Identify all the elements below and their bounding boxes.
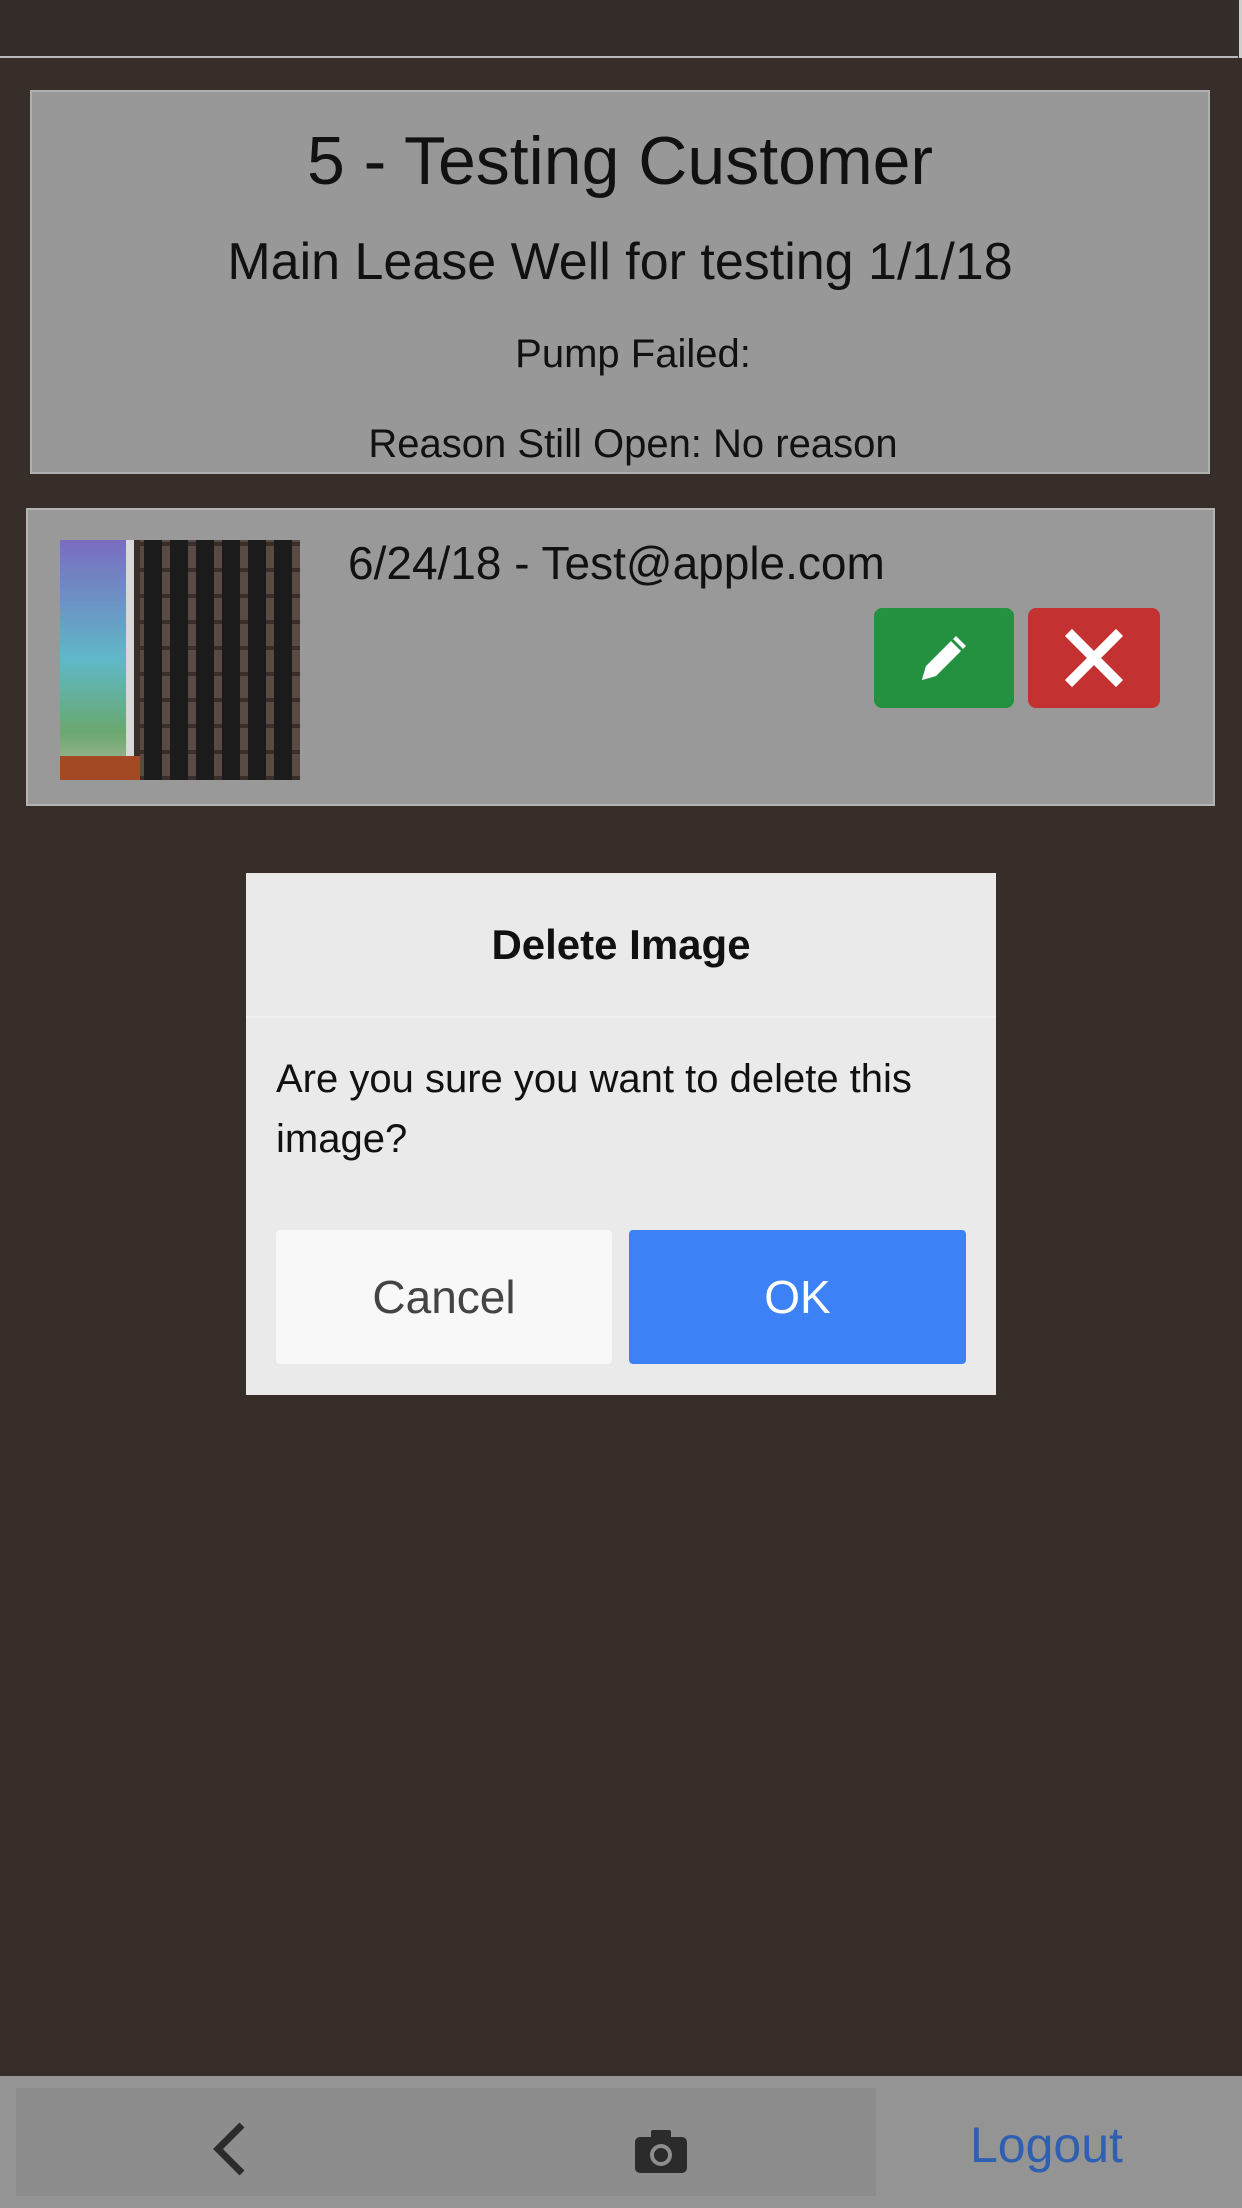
image-meta: 6/24/18 - Test@apple.com: [348, 537, 885, 589]
pencil-icon: [922, 636, 966, 680]
well-title: Main Lease Well for testing 1/1/18: [227, 233, 1013, 291]
pump-failed-label: Pump Failed:: [515, 332, 751, 376]
bottom-toolbar-left-section: [16, 2088, 876, 2196]
image-thumbnail[interactable]: [60, 540, 300, 780]
logout-link[interactable]: Logout: [970, 2116, 1123, 2174]
image-entry-card: 6/24/18 - Test@apple.com: [26, 508, 1215, 806]
thumbnail-bezel: [126, 540, 134, 780]
thumbnail-keyboard: [140, 540, 300, 780]
well-header-card: 5 - Testing Customer Main Lease Well for…: [30, 90, 1210, 474]
camera-button[interactable]: [630, 2116, 692, 2186]
chevron-left-icon: [213, 2122, 245, 2176]
thumbnail-screen-area: [60, 540, 126, 780]
close-icon: [1064, 628, 1124, 688]
camera-icon: [635, 2130, 687, 2173]
customer-title: 5 - Testing Customer: [306, 123, 934, 199]
top-bar: [0, 0, 1238, 58]
dialog-title: Delete Image: [246, 873, 996, 1018]
thumbnail-orange-strip: [60, 756, 140, 780]
delete-image-button[interactable]: [1028, 608, 1160, 708]
cancel-button[interactable]: Cancel: [276, 1230, 612, 1364]
back-button[interactable]: [200, 2114, 260, 2184]
edit-image-button[interactable]: [874, 608, 1014, 708]
delete-image-dialog: Delete Image Are you sure you want to de…: [246, 873, 996, 1395]
reason-still-open: Reason Still Open: No reason: [368, 422, 898, 466]
dialog-message: Are you sure you want to delete this ima…: [276, 1057, 912, 1161]
bottom-toolbar: Logout: [0, 2076, 1242, 2208]
ok-button[interactable]: OK: [629, 1230, 966, 1364]
